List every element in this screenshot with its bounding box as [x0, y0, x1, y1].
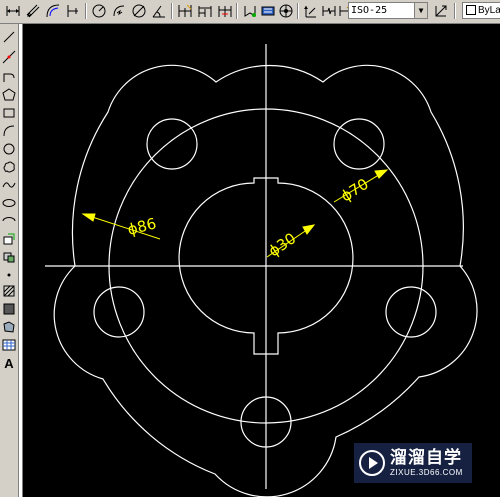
draw-toolbar: A — [0, 24, 19, 497]
dim-arrow-bolt-circle — [374, 169, 389, 179]
ellipse-icon[interactable] — [1, 194, 17, 212]
polygon-icon[interactable] — [1, 86, 17, 104]
chevron-down-icon[interactable]: ▼ — [414, 3, 427, 18]
construction-line-icon[interactable] — [1, 48, 17, 66]
line-icon[interactable] — [1, 28, 17, 46]
dim-baseline-icon[interactable] — [196, 2, 214, 20]
drawing-canvas[interactable]: ϕ86 ϕ70 ϕ30 溜溜自学 ZIXUE.3D66.COM — [23, 24, 500, 497]
watermark-url: ZIXUE.3D66.COM — [390, 468, 463, 477]
ellipse-arc-icon[interactable] — [1, 212, 17, 230]
bolt-hole-left — [93, 286, 145, 338]
dim-aligned-icon[interactable] — [24, 2, 42, 20]
dimstyle-manager-icon[interactable] — [432, 2, 450, 20]
rectangle-icon[interactable] — [1, 104, 17, 122]
hatch-icon[interactable] — [1, 282, 17, 300]
play-logo-icon — [359, 450, 385, 476]
make-block-icon[interactable] — [1, 248, 17, 266]
dim-text-bolt-circle[interactable]: ϕ70 — [338, 175, 372, 206]
table-icon[interactable] — [1, 336, 17, 354]
polyline-icon[interactable] — [1, 68, 17, 86]
dim-arc-length-icon[interactable] — [44, 2, 62, 20]
color-swatch — [466, 5, 476, 16]
bolt-hole-upper-left — [146, 118, 198, 170]
dim-text-outer[interactable]: ϕ86 — [126, 214, 158, 238]
dim-radius-icon[interactable] — [90, 2, 108, 20]
arc-icon[interactable] — [1, 122, 17, 140]
circle-icon[interactable] — [1, 140, 17, 158]
linetype-value: ByLay — [478, 5, 500, 16]
dim-diameter-icon[interactable] — [130, 2, 148, 20]
linetype-dropdown[interactable]: ByLay — [462, 2, 500, 19]
bolt-hole-right — [385, 286, 437, 338]
dimstyle-dropdown[interactable]: ISO-25 ▼ — [348, 2, 428, 19]
dim-jogged-icon[interactable] — [110, 2, 128, 20]
dimstyle-value: ISO-25 — [351, 5, 388, 16]
dim-arrow-bore — [302, 224, 316, 235]
gradient-icon[interactable] — [1, 300, 17, 318]
spline-icon[interactable] — [1, 176, 17, 194]
dim-linear-icon[interactable] — [4, 2, 22, 20]
text-tool-label: A — [4, 355, 14, 371]
dim-break-icon[interactable] — [259, 2, 277, 20]
region-icon[interactable] — [1, 318, 17, 336]
autocad-window: ISO-25 ▼ ByLay — [0, 0, 500, 497]
watermark: 溜溜自学 ZIXUE.3D66.COM — [354, 443, 472, 483]
watermark-title: 溜溜自学 — [390, 448, 462, 467]
insert-block-icon[interactable] — [1, 230, 17, 248]
quick-dim-icon[interactable] — [176, 2, 194, 20]
dim-text-bore[interactable]: ϕ30 — [265, 229, 299, 260]
dimension-toolbar: ISO-25 ▼ ByLay — [0, 0, 500, 24]
dim-arrow-outer — [81, 213, 96, 222]
multiline-text-icon[interactable]: A — [1, 354, 17, 372]
dim-continue-icon[interactable] — [216, 2, 234, 20]
revision-cloud-icon[interactable] — [1, 158, 17, 176]
tolerance-icon[interactable] — [277, 2, 295, 20]
dim-inspect-icon[interactable] — [302, 2, 320, 20]
dim-space-icon[interactable] — [241, 2, 259, 20]
drawing-svg: ϕ86 ϕ70 ϕ30 — [45, 44, 478, 497]
dim-angular-icon[interactable] — [150, 2, 168, 20]
bolt-hole-upper-right — [333, 118, 385, 170]
dim-ordinate-icon[interactable] — [64, 2, 82, 20]
